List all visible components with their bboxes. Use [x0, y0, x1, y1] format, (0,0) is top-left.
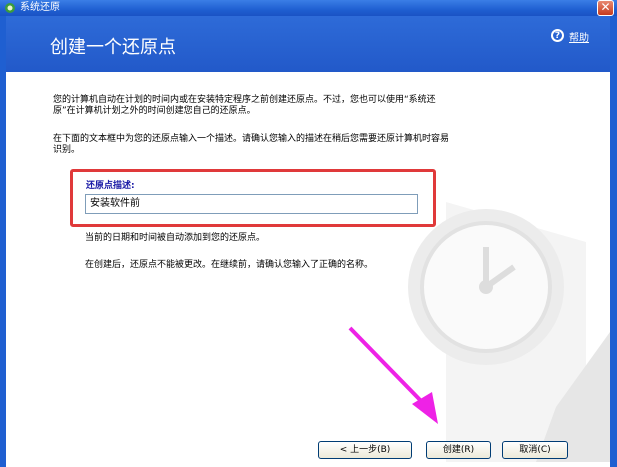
intro-text: 您的计算机自动在计划的时间内或在安装特定程序之前创建还原点。不过，您也可以使用“…: [53, 95, 436, 116]
window-title: 系统还原: [20, 2, 60, 13]
wizard-header: 创建一个还原点 ? 帮助: [6, 16, 610, 72]
close-icon: ✕: [600, 0, 611, 14]
help-icon[interactable]: ?: [551, 29, 564, 42]
title-bar: 系统还原 ✕: [0, 0, 617, 16]
create-button[interactable]: 创建(R): [426, 441, 491, 459]
window-frame-right: [610, 16, 617, 467]
system-restore-icon: [5, 3, 15, 13]
description-input[interactable]: 安装软件前: [85, 194, 418, 214]
back-button[interactable]: < 上一步(B): [318, 441, 412, 459]
wizard-content: 您的计算机自动在计划的时间内或在安装特定程序之前创建还原点。不过，您也可以使用“…: [6, 72, 610, 467]
description-label: 还原点描述:: [86, 181, 135, 191]
date-note: 当前的日期和时间被自动添加到您的还原点。: [85, 233, 266, 243]
cancel-button[interactable]: 取消(C): [502, 441, 568, 459]
warning-text: 在创建后，还原点不能被更改。在继续前，请确认您输入了正确的名称。: [85, 260, 374, 270]
pointer-arrow: [348, 326, 438, 424]
instructions-text: 在下面的文本框中为您的还原点输入一个描述。请确认您输入的描述在稍后您需要还原计算…: [53, 134, 450, 155]
help-link[interactable]: 帮助: [569, 29, 589, 44]
page-title: 创建一个还原点: [50, 37, 176, 58]
close-button[interactable]: ✕: [597, 0, 614, 16]
